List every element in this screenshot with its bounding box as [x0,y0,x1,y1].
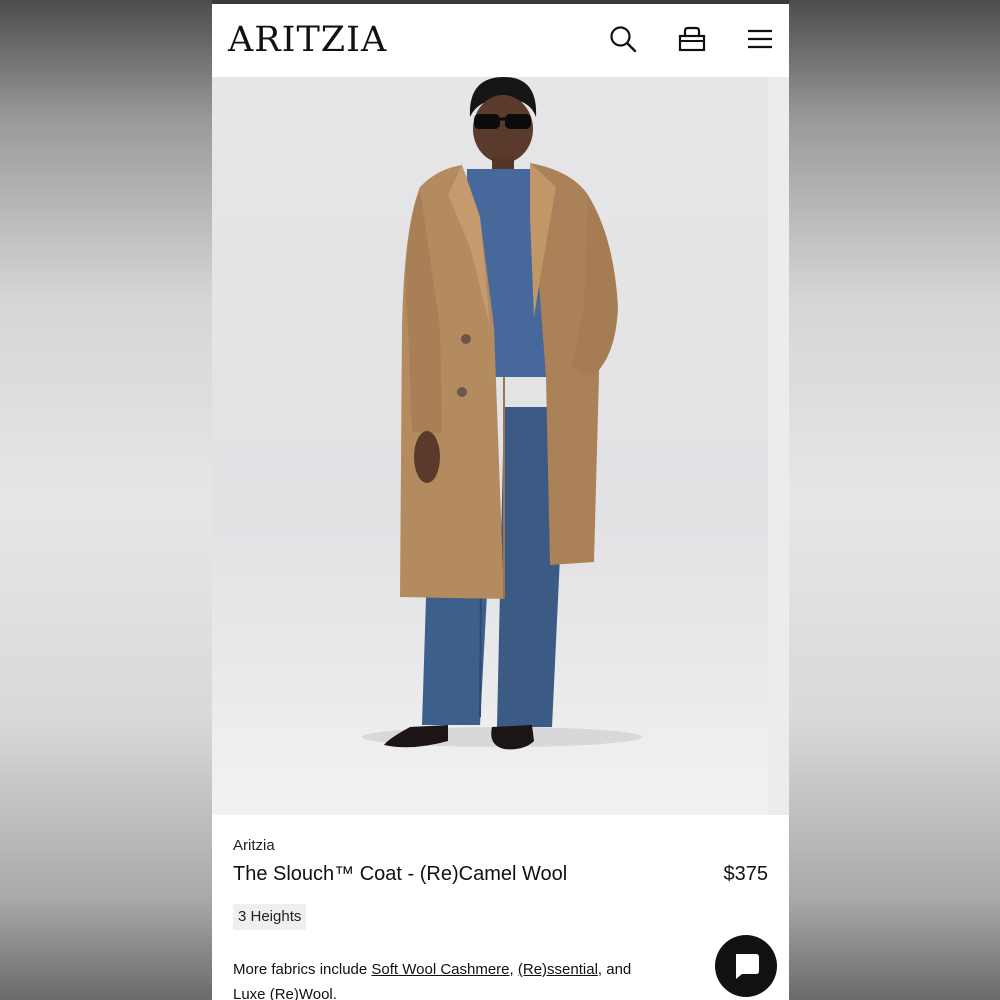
fabric-luxe-rewool[interactable]: Luxe (Re)Wool. [233,986,337,1000]
fabrics-separator-and: , and [597,961,632,978]
aritzia-logo[interactable]: ARITZIA [228,18,387,62]
search-icon[interactable] [608,24,638,54]
product-image[interactable] [212,77,789,815]
fabric-link-ressential[interactable]: (Re)ssential [518,961,598,978]
fabrics-separator: , [509,961,518,978]
model-illustration [362,77,642,750]
bag-icon[interactable] [677,24,707,54]
fabric-link-soft-wool-cashmere[interactable]: Soft Wool Cashmere [371,961,509,978]
more-fabrics-text: More fabrics include Soft Wool Cashmere,… [233,957,703,1000]
product-brand: Aritzia [233,837,275,854]
heights-badge[interactable]: 3 Heights [233,904,307,930]
product-info: Aritzia The Slouch™ Coat - (Re)Camel Woo… [212,815,789,1000]
next-image-peek[interactable] [768,77,789,815]
product-title: The Slouch™ Coat - (Re)Camel Wool [233,863,568,885]
chat-button[interactable] [715,935,777,997]
fabrics-prefix: More fabrics include [233,961,372,978]
chat-bubble-icon [736,954,759,979]
product-page: ARITZIA Aritzia The Slouch™ Coat - (Re)C… [212,0,789,1000]
menu-icon[interactable] [745,24,775,54]
site-header: ARITZIA [212,4,789,77]
product-price: $375 [723,863,769,885]
